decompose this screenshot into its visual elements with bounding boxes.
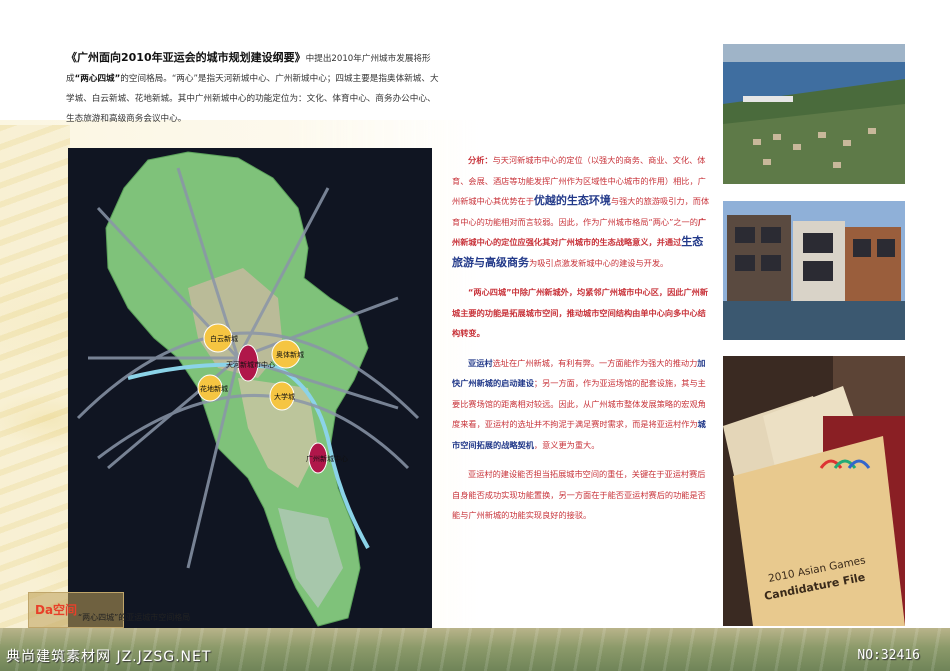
city-structure-map: 白云新城 奥体新城 天河新城市中心 花地新城 大学城 广州新城中心 xyxy=(68,148,432,628)
label-tianhe: 天河新城市中心 xyxy=(226,360,275,369)
intro-paragraph: 《广州面向2010年亚运会的城市规划建设纲要》中提出2010年广州城市发展将形成… xyxy=(66,48,444,129)
analysis-paragraph-2: “两心四城”中除广州新城外，均紧邻广州城市中心区，因此广州新城主要的功能是拓展城… xyxy=(452,287,709,338)
intro-emphasis: “两心四城” xyxy=(74,74,121,84)
intro-text-2: 的空间格局。“两心”是指天河新城中心、广州新城中心；四城主要是指奥体新城、大学城… xyxy=(66,74,439,124)
analysis-paragraph-1: 分析：与天河新城市中心的定位（以强大的商务、商业、文化、体育、会展、酒店等功能发… xyxy=(452,150,710,273)
label-baiyun: 白云新城 xyxy=(210,334,238,343)
map-caption: “两心四城”的亚运城市空间格局 xyxy=(78,613,191,622)
analysis-p3-c: ，意义更为重大。 xyxy=(533,439,600,450)
photo-modern-houses xyxy=(723,201,905,340)
analysis-column: 分析：与天河新城市中心的定位（以强大的商务、商业、文化、体育、会展、酒店等功能发… xyxy=(452,150,710,535)
label-aoti: 奥体新城 xyxy=(276,350,304,359)
plan-title: 《广州面向2010年亚运会的城市规划建设纲要》 xyxy=(66,51,306,64)
background-stripe xyxy=(0,125,70,645)
analysis-highlight-1: 优越的生态环境 xyxy=(533,194,611,207)
analysis-p3-a: 选址在广州新城，有利有弊。一方面能作为强大的推动力 xyxy=(492,357,698,368)
analysis-paragraph-3: 亚运村选址在广州新城，有利有弊。一方面能作为强大的推动力加快广州新城的启动建设；… xyxy=(452,353,710,456)
label-daxue: 大学城 xyxy=(274,392,295,401)
label-guangzhou: 广州新城中心 xyxy=(306,454,348,463)
analysis-p3-blue: 亚运村 xyxy=(468,357,493,368)
map-graphic: 白云新城 奥体新城 天河新城市中心 花地新城 大学城 广州新城中心 xyxy=(76,151,420,627)
analysis-label: 分析： xyxy=(468,155,493,165)
watermark-left: 典尚建筑素材网 JZ.JZSG.NET xyxy=(6,649,212,665)
logo-text: Da空间 xyxy=(35,603,78,617)
analysis-p1-c: 为吸引点激发新城中心的建设与开发。 xyxy=(529,257,669,268)
photo-candidature-file: 2010 Asian Games Candidature File xyxy=(723,356,905,626)
photo-waterfront-aerial xyxy=(723,44,905,184)
analysis-paragraph-4: 亚运村的建设能否担当拓展城市空间的重任，关键在于亚运村赛后自身能否成功实现功能置… xyxy=(452,469,706,520)
label-huadi: 花地新城 xyxy=(200,384,228,393)
watermark-right: NO:32416 xyxy=(857,648,920,663)
